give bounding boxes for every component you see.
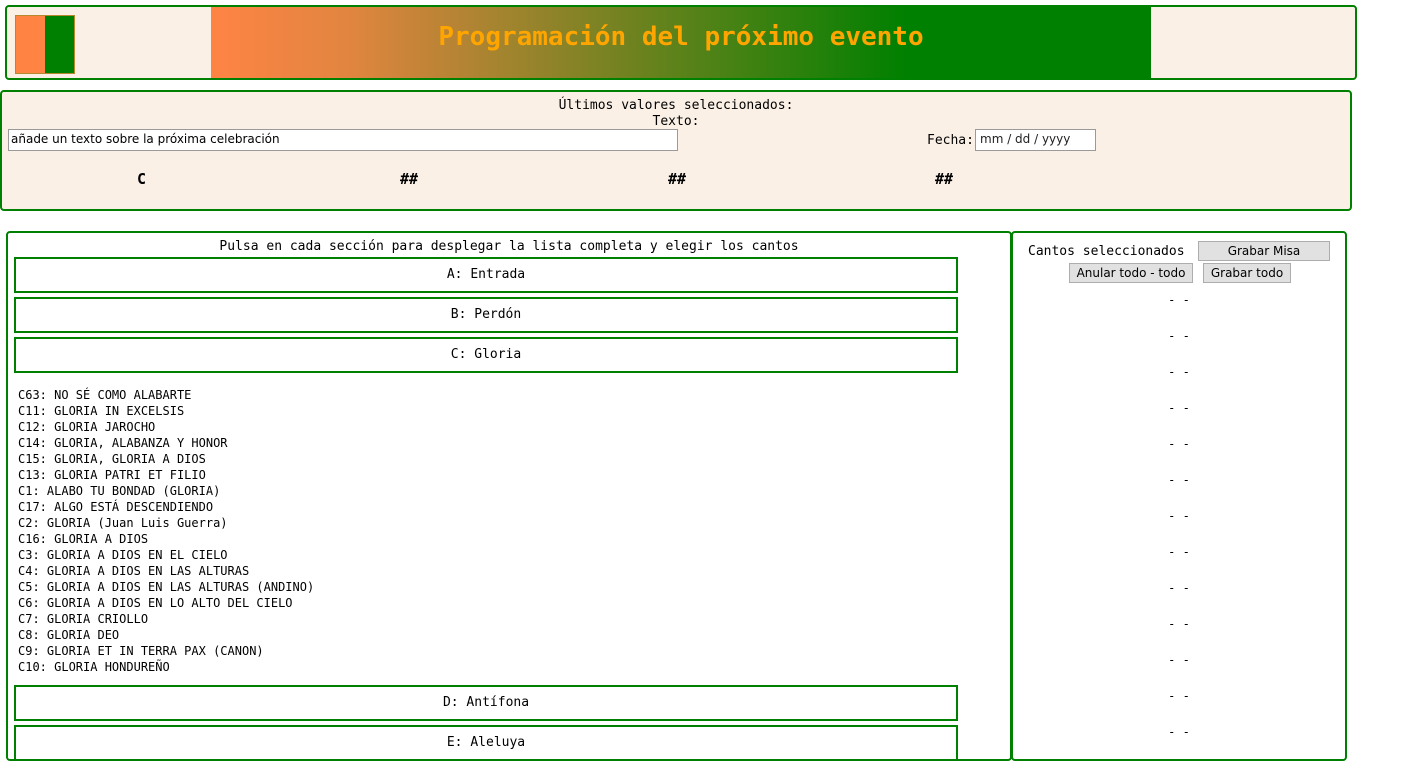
selected-songs-label: Cantos seleccionados bbox=[1028, 244, 1185, 259]
selected-entry: - - bbox=[1168, 437, 1190, 451]
last-values-panel: Últimos valores seleccionados: Texto: añ… bbox=[0, 90, 1352, 211]
save-all-button[interactable]: Grabar todo bbox=[1203, 263, 1291, 283]
song-item[interactable]: C6: GLORIA A DIOS EN LO ALTO DEL CIELO bbox=[18, 595, 314, 611]
selected-entry: - - bbox=[1168, 473, 1190, 487]
song-item[interactable]: C10: GLORIA HONDUREÑO bbox=[18, 659, 314, 675]
logo bbox=[15, 15, 75, 74]
selected-entry: - - bbox=[1168, 617, 1190, 631]
section-gloria[interactable]: C: Gloria bbox=[14, 337, 958, 373]
song-item[interactable]: C8: GLORIA DEO bbox=[18, 627, 314, 643]
song-item[interactable]: C17: ALGO ESTÁ DESCENDIENDO bbox=[18, 499, 314, 515]
selected-entry: - - bbox=[1168, 329, 1190, 343]
song-item[interactable]: C14: GLORIA, ALABANZA Y HONOR bbox=[18, 435, 314, 451]
page-title: Programación del próximo evento bbox=[438, 22, 924, 52]
last-value-2: ## bbox=[400, 170, 419, 188]
selected-entry: - - bbox=[1168, 725, 1190, 739]
last-value-1: C bbox=[137, 170, 147, 188]
song-item[interactable]: C1: ALABO TU BONDAD (GLORIA) bbox=[18, 483, 314, 499]
selected-entry: - - bbox=[1168, 293, 1190, 307]
texto-input[interactable]: añade un texto sobre la próxima celebrac… bbox=[8, 129, 678, 151]
song-item[interactable]: C63: NO SÉ COMO ALABARTE bbox=[18, 387, 314, 403]
texto-label: Texto: bbox=[652, 114, 700, 129]
selected-entry: - - bbox=[1168, 545, 1190, 559]
selected-entry: - - bbox=[1168, 689, 1190, 703]
song-item[interactable]: C2: GLORIA (Juan Luis Guerra) bbox=[18, 515, 314, 531]
selected-entry: - - bbox=[1168, 365, 1190, 379]
section-entrada[interactable]: A: Entrada bbox=[14, 257, 958, 293]
selected-songs-panel: Cantos seleccionados Grabar Misa dafault… bbox=[1011, 231, 1347, 761]
song-item[interactable]: C13: GLORIA PATRI ET FILIO bbox=[18, 467, 314, 483]
section-perdon[interactable]: B: Perdón bbox=[14, 297, 958, 333]
song-item[interactable]: C4: GLORIA A DIOS EN LAS ALTURAS bbox=[18, 563, 314, 579]
selected-entry: - - bbox=[1168, 581, 1190, 595]
song-item[interactable]: C12: GLORIA JAROCHO bbox=[18, 419, 314, 435]
last-value-3: ## bbox=[668, 170, 687, 188]
song-item[interactable]: C5: GLORIA A DIOS EN LAS ALTURAS (ANDINO… bbox=[18, 579, 314, 595]
last-value-4: ## bbox=[935, 170, 954, 188]
header-banner: Programación del próximo evento bbox=[5, 5, 1357, 80]
song-item[interactable]: C16: GLORIA A DIOS bbox=[18, 531, 314, 547]
selected-entry: - - bbox=[1168, 653, 1190, 667]
sections-panel: Pulsa en cada sección para desplegar la … bbox=[6, 231, 1012, 761]
last-values-heading: Últimos valores seleccionados: bbox=[558, 98, 794, 113]
song-item[interactable]: C3: GLORIA A DIOS EN EL CIELO bbox=[18, 547, 314, 563]
fecha-input[interactable]: mm / dd / yyyy bbox=[975, 129, 1096, 151]
sections-instruction: Pulsa en cada sección para desplegar la … bbox=[219, 239, 799, 254]
section-antifona[interactable]: D: Antífona bbox=[14, 685, 958, 721]
song-item[interactable]: C15: GLORIA, GLORIA A DIOS bbox=[18, 451, 314, 467]
section-aleluya[interactable]: E: Aleluya bbox=[14, 725, 958, 761]
cancel-all-button[interactable]: Anular todo - todo bbox=[1069, 263, 1193, 283]
song-item[interactable]: C9: GLORIA ET IN TERRA PAX (CANON) bbox=[18, 643, 314, 659]
song-item[interactable]: C7: GLORIA CRIOLLO bbox=[18, 611, 314, 627]
selected-songs-list: - - - - - - - - - - - - - - - - - - - - … bbox=[1013, 291, 1345, 759]
selected-entry: - - bbox=[1168, 509, 1190, 523]
selected-entry: - - bbox=[1168, 401, 1190, 415]
save-default-mass-button[interactable]: Grabar Misa dafault bbox=[1198, 241, 1330, 276]
fecha-label: Fecha: bbox=[927, 133, 974, 148]
gloria-song-list: C63: NO SÉ COMO ALABARTE C11: GLORIA IN … bbox=[18, 387, 314, 675]
song-item[interactable]: C11: GLORIA IN EXCELSIS bbox=[18, 403, 314, 419]
